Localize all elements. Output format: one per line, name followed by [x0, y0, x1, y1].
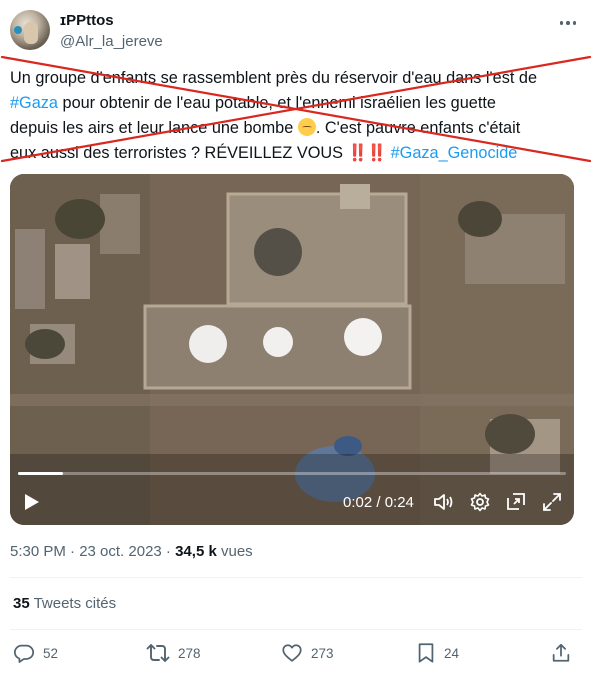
hashtag-gaza-genocide[interactable]: #Gaza_Genocide	[391, 144, 518, 162]
quote-label: Tweets cités	[29, 595, 117, 612]
double-exclamation-emoji: ‼️‼️	[347, 144, 388, 162]
video-progress-track[interactable]	[18, 472, 566, 475]
retweet-count: 278	[178, 645, 201, 661]
relieved-face-emoji-icon	[297, 118, 316, 136]
volume-icon[interactable]	[432, 490, 456, 514]
like-count: 273	[311, 645, 334, 661]
tweet-meta: 5:30 PM · 23 oct. 2023 · 34,5 k vues	[10, 543, 253, 560]
divider-top	[10, 577, 582, 578]
reply-button[interactable]: 52	[13, 640, 58, 666]
more-icon[interactable]	[555, 10, 581, 36]
tweet-line-4: eux aussi des terroristes ? RÉVEILLEZ VO…	[10, 144, 348, 162]
retweet-icon	[146, 644, 170, 662]
bookmark-button[interactable]: 24	[416, 640, 459, 666]
play-icon[interactable]	[20, 490, 44, 514]
avatar-badge	[14, 26, 22, 34]
quote-tweets-link[interactable]: 35 Tweets cités	[13, 595, 116, 612]
video-time: 0:02 / 0:24	[343, 494, 414, 511]
share-icon	[552, 643, 570, 662]
like-icon	[282, 644, 302, 662]
views-label: vues	[216, 543, 253, 560]
avatar[interactable]	[10, 10, 50, 50]
views-count: 34,5 k	[175, 543, 217, 560]
quote-count: 35	[13, 595, 30, 612]
video-progress-fill	[18, 472, 64, 475]
tweet-line-3b: . C'est pauvre enfants c'était	[315, 119, 521, 137]
settings-icon[interactable]	[468, 490, 492, 514]
fullscreen-icon[interactable]	[540, 490, 564, 514]
avatar-hand	[24, 22, 38, 44]
video-player[interactable]: 0:02 / 0:24	[10, 174, 574, 525]
pip-icon[interactable]	[504, 490, 528, 514]
tweet-text: Un groupe d'enfants se rassemblent près …	[10, 66, 585, 166]
tweet: ɪPPttos @Alr_la_jereve Un groupe d'enfan…	[0, 0, 592, 681]
hashtag-gaza[interactable]: #Gaza	[10, 94, 58, 112]
tweet-line-3a: depuis les airs et leur lance une bombe	[10, 119, 298, 137]
tweet-line-2: pour obtenir de l'eau potable, et l'enne…	[57, 94, 496, 112]
bookmark-icon	[418, 643, 434, 663]
reply-icon	[13, 644, 35, 663]
reply-count: 52	[43, 645, 59, 661]
share-button[interactable]	[550, 640, 572, 666]
tweet-line-1: Un groupe d'enfants se rassemblent près …	[10, 69, 538, 87]
author-name[interactable]: ɪPPttos	[60, 12, 114, 29]
like-button[interactable]: 273	[281, 640, 334, 666]
author-handle[interactable]: @Alr_la_jereve	[60, 33, 163, 50]
retweet-button[interactable]: 278	[146, 640, 201, 666]
divider-bottom	[10, 629, 582, 630]
tweet-timestamp[interactable]: 5:30 PM · 23 oct. 2023 ·	[10, 543, 175, 560]
bookmark-count: 24	[444, 645, 460, 661]
